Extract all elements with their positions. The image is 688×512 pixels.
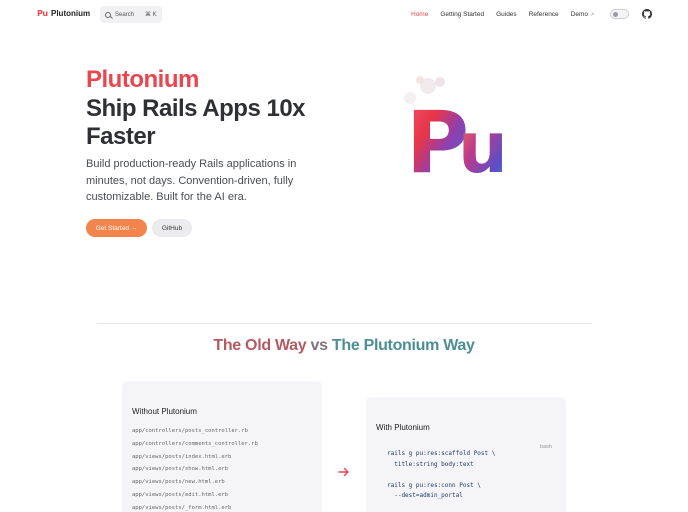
get-started-button[interactable]: Get Started → — [86, 219, 147, 237]
nav-link-home[interactable]: Home — [411, 11, 428, 18]
hero-title-accent: Plutonium — [86, 66, 199, 93]
arrow-right-icon — [338, 467, 349, 477]
code-block: rails g pu:res:scaffold Post \ title:str… — [376, 449, 556, 502]
file-item: app/controllers/comments_controller.rb — [132, 440, 258, 447]
compare-title-vs: vs — [306, 337, 332, 354]
code-line: rails g pu:res:scaffold Post \ — [387, 450, 496, 457]
plutonium-logo-art: P u — [404, 76, 508, 182]
theme-toggle[interactable] — [610, 9, 629, 19]
with-plutonium-card: With Plutonium bash rails g pu:res:scaff… — [366, 397, 566, 512]
nav-link-guides[interactable]: Guides — [496, 11, 517, 18]
code-line: --dest=admin_portal — [387, 492, 463, 499]
search-shortcut: ⌘ K — [145, 12, 157, 18]
without-plutonium-card: Without Plutonium app/controllers/posts_… — [122, 381, 322, 512]
brand[interactable]: Pu Plutonium — [37, 9, 90, 18]
top-nav: Pu Plutonium Search ⌘ K Home Getting Sta… — [0, 0, 688, 30]
search-placeholder: Search — [115, 11, 135, 18]
svg-text:u: u — [458, 107, 508, 182]
section-divider — [97, 323, 592, 324]
search-button[interactable]: Search ⌘ K — [100, 6, 162, 23]
sun-icon — [613, 12, 618, 17]
file-item: app/views/posts/_form.html.erb — [132, 504, 232, 511]
code-line: rails g pu:res:conn Post \ — [387, 481, 481, 489]
compare-title-new: The Plutonium Way — [331, 337, 475, 354]
github-button[interactable]: GitHub — [152, 219, 192, 237]
hero-subtitle: Build production-ready Rails application… — [86, 158, 297, 203]
search-icon — [105, 11, 111, 18]
brand-logo-text: Pu — [37, 9, 48, 18]
card-title: With Plutonium — [376, 423, 430, 432]
file-item: app/views/posts/show.html.erb — [132, 466, 229, 473]
file-item: app/views/posts/edit.html.erb — [132, 491, 229, 498]
brand-name: Plutonium — [51, 9, 91, 18]
code-line: title:string body:text — [387, 460, 474, 468]
file-item: app/views/posts/index.html.erb — [132, 453, 232, 460]
art-text: P — [406, 93, 466, 182]
nav-link-getting-started[interactable]: Getting Started — [440, 11, 484, 18]
nav-link-demo-label: Demo — [570, 11, 589, 18]
card-title: Without Plutonium — [132, 407, 197, 416]
code-language-label: bash — [540, 444, 552, 450]
github-icon[interactable] — [642, 9, 652, 19]
nav-link-reference[interactable]: Reference — [529, 11, 559, 18]
nav-links: Home Getting Started Guides Reference De… — [411, 11, 606, 18]
hero-title: Ship Rails Apps 10x Faster — [86, 95, 306, 150]
compare-title-old: The Old Way — [213, 337, 307, 354]
brand-logo-icon: Pu — [37, 9, 48, 18]
nav-link-demo[interactable]: Demo ↗ — [571, 11, 594, 18]
file-item: app/controllers/posts_controller.rb — [132, 428, 248, 434]
compare-title: The Old Way vs The Plutonium Way — [0, 337, 688, 355]
file-item: app/views/posts/new.html.erb — [132, 479, 225, 486]
external-link-icon: ↗ — [589, 12, 595, 18]
